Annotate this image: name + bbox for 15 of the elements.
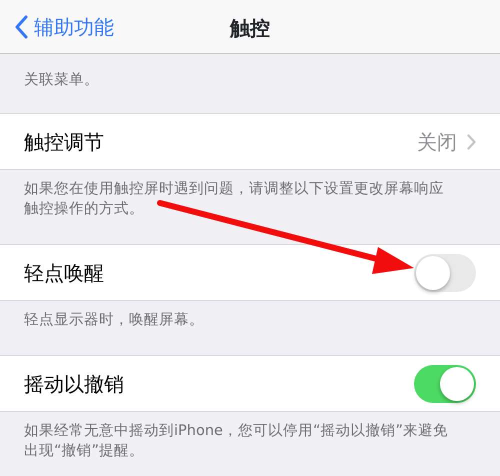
- footer-text: 关联菜单。: [23, 71, 100, 90]
- page-title: 触控: [230, 16, 270, 40]
- chevron-right-icon: [467, 134, 476, 150]
- chevron-left-icon: [14, 15, 28, 39]
- footer-text: 如果您在使用触控屏时遇到问题，请调整以下设置更改屏幕响应触控操作的方式。: [24, 181, 444, 217]
- back-button[interactable]: 辅助功能: [14, 12, 114, 42]
- toggle-switch[interactable]: [414, 364, 476, 402]
- row-label: 摇动以撤销: [24, 370, 124, 398]
- row-label: 触控调节: [24, 128, 104, 156]
- footer-text: 轻点显示器时，唤醒屏幕。: [24, 312, 204, 328]
- row-label: 轻点唤醒: [24, 260, 104, 286]
- row-value: 关闭: [417, 128, 457, 156]
- toggle-switch[interactable]: [414, 254, 476, 292]
- footer-text: 如果经常无意中摇动到iPhone，您可以停用“摇动以撤销”来避免出现“撤销”提醒。: [24, 423, 448, 459]
- settings-row[interactable]: 触控调节 关闭: [0, 113, 500, 170]
